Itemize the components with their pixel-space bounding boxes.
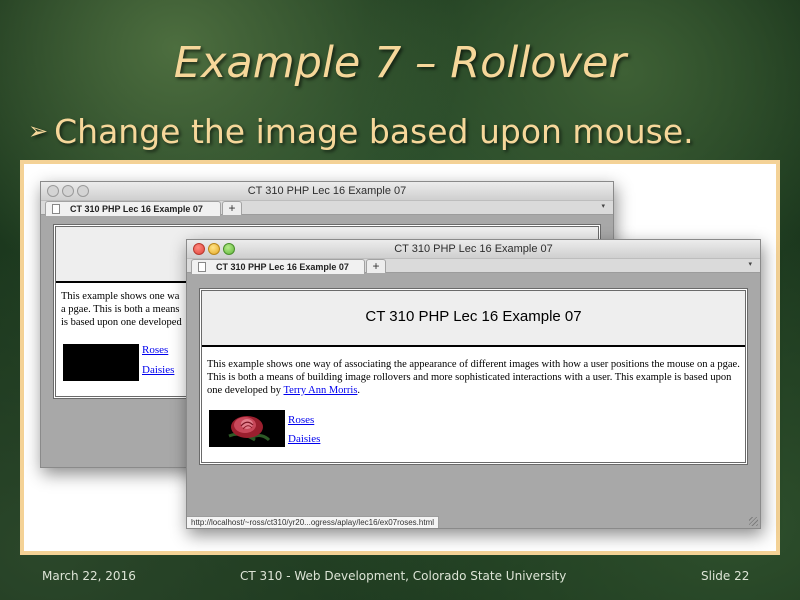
document-icon	[52, 204, 60, 214]
back-window-tabbar: CT 310 PHP Lec 16 Example 07 + ▾	[41, 201, 613, 216]
front-tab-label: CT 310 PHP Lec 16 Example 07	[216, 262, 349, 272]
back-tab-label: CT 310 PHP Lec 16 Example 07	[70, 204, 203, 214]
bullet-text: Change the image based upon mouse.	[54, 112, 694, 151]
zoom-icon[interactable]	[223, 243, 235, 255]
document-icon	[198, 262, 206, 272]
back-body-line: is based upon one developed	[61, 316, 182, 328]
front-window-controls	[193, 243, 238, 256]
tab-menu-icon[interactable]: ▾	[601, 202, 605, 210]
tab-menu-icon[interactable]: ▾	[748, 260, 752, 268]
front-window-tabbar: CT 310 PHP Lec 16 Example 07 + ▾	[187, 259, 760, 274]
back-body-line: a pgae. This is both a means	[61, 303, 180, 315]
front-window-title: CT 310 PHP Lec 16 Example 07	[394, 243, 553, 255]
rose-rollover-image	[209, 410, 285, 447]
back-daisies-link[interactable]: Daisies	[142, 364, 174, 376]
close-icon[interactable]	[193, 243, 205, 255]
footer-slide-number: Slide 22	[701, 569, 750, 583]
page-heading: CT 310 PHP Lec 16 Example 07	[202, 291, 745, 347]
front-window-titlebar[interactable]: CT 310 PHP Lec 16 Example 07	[187, 240, 760, 259]
front-page-body: This example shows one way of associatin…	[207, 359, 742, 397]
author-link[interactable]: Terry Ann Morris	[284, 385, 358, 396]
footer-course: CT 310 - Web Development, Colorado State…	[240, 569, 567, 583]
back-page-body: This example shows one wa a pgae. This i…	[61, 291, 182, 329]
screenshot-frame: CT 310 PHP Lec 16 Example 07 CT 310 PHP …	[20, 160, 780, 555]
new-tab-button[interactable]: +	[366, 259, 386, 273]
front-browser-window: CT 310 PHP Lec 16 Example 07 CT 310 PHP …	[186, 239, 761, 529]
front-window-tab[interactable]: CT 310 PHP Lec 16 Example 07	[191, 259, 365, 274]
back-window-titlebar[interactable]: CT 310 PHP Lec 16 Example 07	[41, 182, 613, 201]
arrow-bullet-icon: ➢	[28, 117, 49, 145]
minimize-icon[interactable]	[208, 243, 220, 255]
back-window-title: CT 310 PHP Lec 16 Example 07	[247, 185, 407, 197]
footer-date: March 22, 2016	[42, 569, 136, 583]
zoom-icon[interactable]	[77, 185, 89, 197]
new-tab-button[interactable]: +	[222, 201, 242, 215]
back-body-line: This example shows one wa	[61, 291, 180, 302]
daisies-link[interactable]: Daisies	[288, 433, 320, 445]
roses-link[interactable]: Roses	[288, 414, 314, 426]
body-text-end: .	[357, 384, 361, 396]
rose-image	[209, 410, 285, 447]
status-bar-url: http://localhost/~ross/ct310/yr20...ogre…	[187, 516, 440, 528]
front-page-content: CT 310 PHP Lec 16 Example 07 This exampl…	[199, 288, 748, 465]
slide-title: Example 7 – Rollover	[173, 38, 627, 88]
back-roses-link[interactable]: Roses	[142, 344, 168, 356]
close-icon[interactable]	[47, 185, 59, 197]
resize-grip-icon[interactable]	[749, 517, 758, 526]
back-window-controls	[47, 185, 92, 198]
minimize-icon[interactable]	[62, 185, 74, 197]
bullet-point: ➢ Change the image based upon mouse.	[28, 112, 694, 151]
back-rollover-image	[63, 344, 139, 381]
back-window-tab[interactable]: CT 310 PHP Lec 16 Example 07	[45, 201, 221, 216]
